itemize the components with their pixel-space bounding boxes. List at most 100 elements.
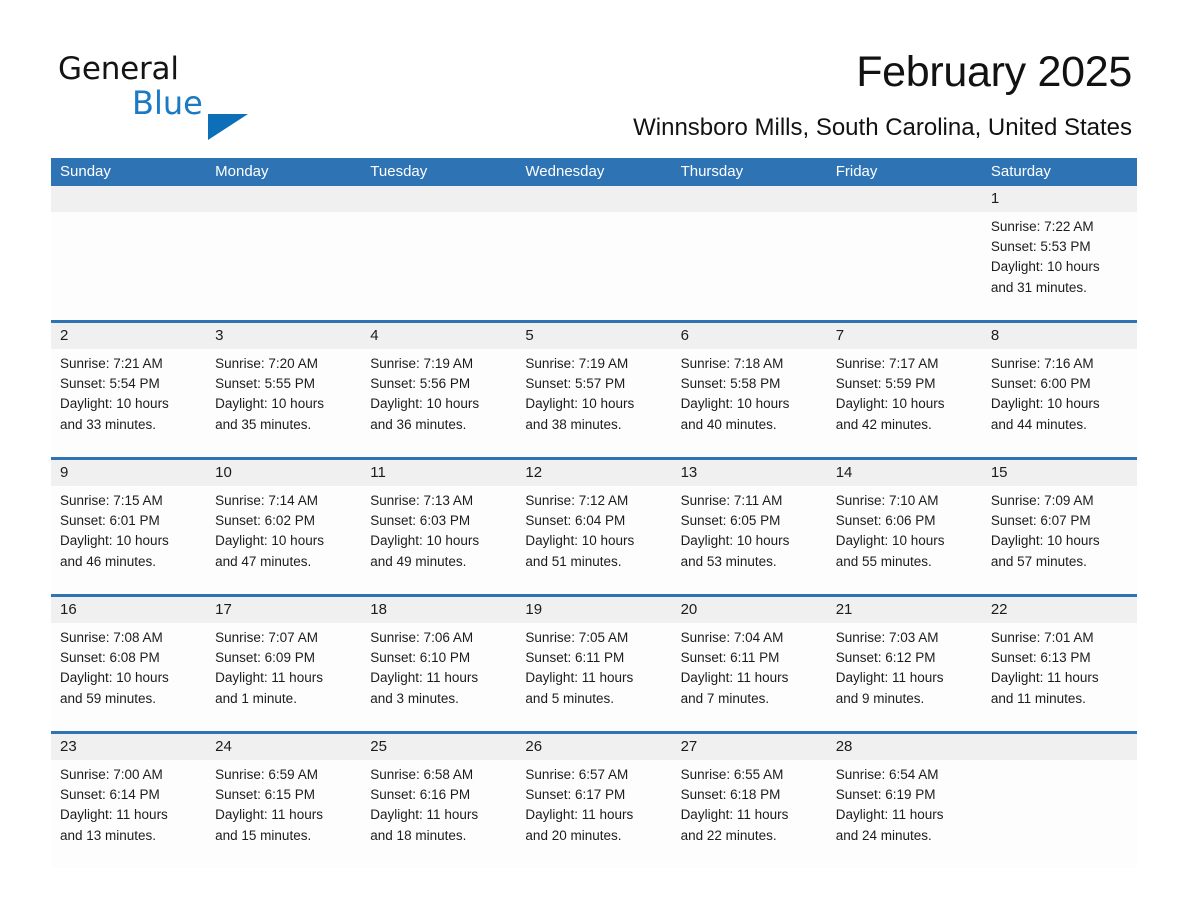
day-number: 27 [680, 738, 698, 755]
sunrise-text: Sunrise: 7:03 AM [835, 630, 939, 645]
day-number: 3 [215, 327, 224, 344]
sunrise-text: Sunrise: 7:01 AM [990, 630, 1094, 645]
sunrise-text: Sunrise: 7:04 AM [680, 630, 784, 645]
daylight-text-line2: and 36 minutes. [370, 416, 467, 432]
page-subtitle-location: Winnsboro Mills, South Carolina, United … [633, 114, 1132, 141]
sunset-text: Sunset: 6:09 PM [215, 650, 315, 666]
day-number: 20 [680, 601, 698, 618]
week-daynumber-band: 23 24 25 26 27 28 [51, 734, 1137, 760]
sunset-text: Sunset: 6:08 PM [60, 650, 160, 666]
sunrise-text: Sunrise: 7:12 AM [525, 493, 629, 508]
week-daynumber-band: 9 10 11 12 13 14 15 [51, 460, 1137, 486]
day-number [361, 186, 516, 212]
day-cell: Sunrise: 7:19 AM Sunset: 5:56 PM Dayligh… [361, 349, 516, 457]
daylight-text-line1: Daylight: 10 hours [370, 533, 480, 549]
daylight-text-line1: Daylight: 10 hours [990, 396, 1100, 412]
day-cell: Sunrise: 7:19 AM Sunset: 5:57 PM Dayligh… [516, 349, 671, 457]
day-number: 6 [680, 327, 689, 344]
day-number: 25 [370, 738, 387, 755]
daylight-text-line2: and 57 minutes. [990, 553, 1087, 569]
sunrise-text: Sunrise: 7:09 AM [990, 493, 1094, 508]
sunset-text: Sunset: 6:16 PM [370, 787, 471, 803]
sunset-text: Sunset: 5:56 PM [370, 376, 471, 392]
daylight-text-line1: Daylight: 10 hours [835, 533, 945, 549]
day-cell: Sunrise: 7:01 AM Sunset: 6:13 PM Dayligh… [982, 623, 1137, 731]
daylight-text-line2: and 51 minutes. [525, 553, 622, 569]
day-cell: Sunrise: 6:57 AM Sunset: 6:17 PM Dayligh… [516, 760, 671, 868]
day-cell: Sunrise: 7:12 AM Sunset: 6:04 PM Dayligh… [516, 486, 671, 594]
daylight-text-line1: Daylight: 11 hours [680, 807, 789, 823]
weekday-header-friday: Friday [835, 163, 878, 180]
day-cell: Sunrise: 7:04 AM Sunset: 6:11 PM Dayligh… [672, 623, 827, 731]
day-cell: Sunrise: 7:05 AM Sunset: 6:11 PM Dayligh… [516, 623, 671, 731]
day-number: 7 [835, 327, 845, 344]
day-cell: Sunrise: 7:03 AM Sunset: 6:12 PM Dayligh… [827, 623, 982, 731]
sunset-text: Sunset: 6:01 PM [60, 513, 160, 529]
sunrise-text: Sunrise: 7:06 AM [370, 630, 474, 645]
daylight-text-line1: Daylight: 11 hours [525, 807, 634, 823]
sunset-text: Sunset: 6:10 PM [370, 650, 471, 666]
daylight-text-line1: Daylight: 11 hours [370, 670, 479, 686]
sunset-text: Sunset: 6:18 PM [680, 787, 781, 803]
day-number: 18 [370, 601, 387, 618]
day-number [827, 186, 982, 212]
sunrise-text: Sunrise: 6:58 AM [370, 767, 474, 782]
sunrise-text: Sunrise: 7:11 AM [680, 493, 783, 508]
weekday-header-row: Sunday Monday Tuesday Wednesday Thursday… [51, 158, 1137, 186]
daylight-text-line1: Daylight: 10 hours [525, 533, 635, 549]
day-cell: Sunrise: 7:10 AM Sunset: 6:06 PM Dayligh… [827, 486, 982, 594]
sunset-text: Sunset: 6:06 PM [835, 513, 936, 529]
sunrise-text: Sunrise: 7:08 AM [60, 630, 163, 645]
daylight-text-line2: and 38 minutes. [525, 416, 622, 432]
weekday-header-tuesday: Tuesday [370, 163, 428, 180]
daylight-text-line1: Daylight: 10 hours [680, 533, 790, 549]
daylight-text-line2: and 44 minutes. [990, 416, 1087, 432]
calendar-page: General Blue February 2025 Winnsboro Mil… [0, 0, 1188, 918]
sunset-text: Sunset: 5:54 PM [60, 376, 160, 392]
sunset-text: Sunset: 6:17 PM [525, 787, 626, 803]
day-number: 1 [990, 190, 1000, 207]
day-cell: Sunrise: 6:54 AM Sunset: 6:19 PM Dayligh… [827, 760, 982, 868]
day-number: 11 [370, 464, 386, 481]
daylight-text-line1: Daylight: 10 hours [835, 396, 945, 412]
day-number: 19 [525, 601, 543, 618]
sunrise-text: Sunrise: 7:22 AM [990, 219, 1094, 234]
sunrise-text: Sunrise: 7:21 AM [60, 356, 163, 371]
sunset-text: Sunset: 5:57 PM [525, 376, 626, 392]
sunset-text: Sunset: 6:03 PM [370, 513, 471, 529]
sunrise-text: Sunrise: 7:17 AM [835, 356, 939, 371]
daylight-text-line1: Daylight: 11 hours [370, 807, 479, 823]
daylight-text-line2: and 47 minutes. [215, 553, 312, 569]
week-detail-band: Sunrise: 7:08 AM Sunset: 6:08 PM Dayligh… [51, 623, 1137, 731]
day-cell: Sunrise: 6:55 AM Sunset: 6:18 PM Dayligh… [672, 760, 827, 868]
day-cell: Sunrise: 7:17 AM Sunset: 5:59 PM Dayligh… [827, 349, 982, 457]
day-cell: Sunrise: 6:58 AM Sunset: 6:16 PM Dayligh… [361, 760, 516, 868]
day-number [206, 186, 361, 212]
day-number: 17 [215, 601, 232, 618]
day-cell: Sunrise: 7:06 AM Sunset: 6:10 PM Dayligh… [361, 623, 516, 731]
sunrise-text: Sunrise: 7:18 AM [680, 356, 784, 371]
sunrise-text: Sunrise: 7:10 AM [835, 493, 939, 508]
page-header: General Blue February 2025 Winnsboro Mil… [0, 0, 1188, 152]
calendar-week-row: 16 17 18 19 20 21 22 Sunrise: 7:08 AM Su… [51, 594, 1137, 731]
day-cell: Sunrise: 7:13 AM Sunset: 6:03 PM Dayligh… [361, 486, 516, 594]
daylight-text-line2: and 9 minutes. [835, 690, 925, 706]
calendar-week-row: 23 24 25 26 27 28 Sunrise: 7:00 AM Sunse… [51, 731, 1137, 868]
daylight-text-line2: and 33 minutes. [60, 416, 157, 432]
logo-text-general: General [58, 51, 179, 87]
daylight-text-line1: Daylight: 10 hours [525, 396, 635, 412]
day-number: 14 [835, 464, 853, 481]
sunrise-text: Sunrise: 7:19 AM [525, 356, 629, 371]
sunset-text: Sunset: 5:58 PM [680, 376, 781, 392]
day-number: 16 [60, 601, 77, 618]
daylight-text-line1: Daylight: 11 hours [525, 670, 634, 686]
daylight-text-line2: and 7 minutes. [680, 690, 770, 706]
general-blue-logo: General Blue [58, 51, 388, 140]
daylight-text-line2: and 5 minutes. [525, 690, 614, 706]
week-detail-band: Sunrise: 7:22 AM Sunset: 5:53 PM Dayligh… [51, 212, 1137, 320]
calendar-week-row: 1 Sunrise: 7:22 AM Sunset: 5:53 PM Dayli… [51, 186, 1137, 320]
day-number: 22 [990, 601, 1008, 618]
logo-text-blue: Blue [132, 84, 203, 122]
day-number [51, 186, 206, 212]
daylight-text-line1: Daylight: 10 hours [60, 670, 169, 686]
